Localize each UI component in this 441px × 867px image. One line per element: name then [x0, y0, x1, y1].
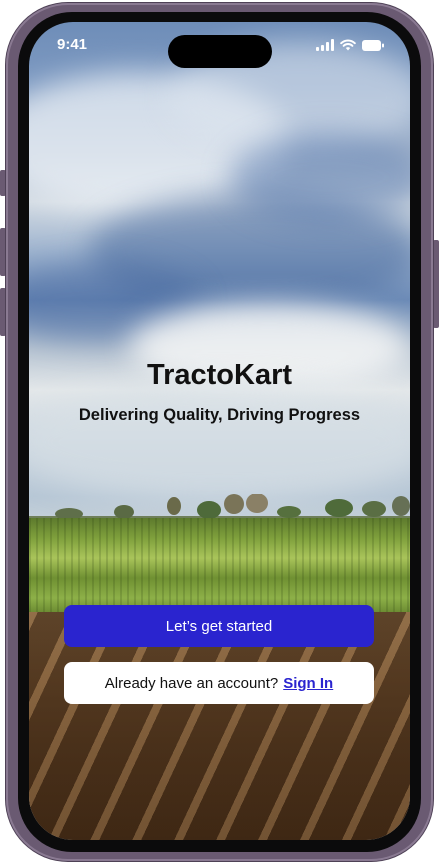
- power-button: [433, 240, 439, 328]
- app-screen: 9:41 TractoKart Delivering Quality, Driv…: [29, 22, 410, 840]
- cloud: [29, 382, 410, 502]
- cellular-signal-icon: [316, 39, 334, 51]
- signin-prompt-box: Already have an account? Sign In: [64, 662, 374, 704]
- sign-in-link[interactable]: Sign In: [283, 675, 333, 692]
- battery-icon: [362, 39, 384, 51]
- wifi-icon: [340, 39, 356, 51]
- get-started-button[interactable]: Let’s get started: [64, 605, 374, 647]
- app-title: TractoKart: [146, 359, 293, 391]
- crop-rows: [29, 518, 410, 618]
- status-icons: [316, 39, 384, 51]
- status-time: 9:41: [57, 36, 88, 53]
- signin-prompt-text: Already have an account?: [104, 674, 279, 692]
- dynamic-island: [168, 35, 272, 68]
- app-tagline: Delivering Quality, Driving Progress: [78, 406, 361, 424]
